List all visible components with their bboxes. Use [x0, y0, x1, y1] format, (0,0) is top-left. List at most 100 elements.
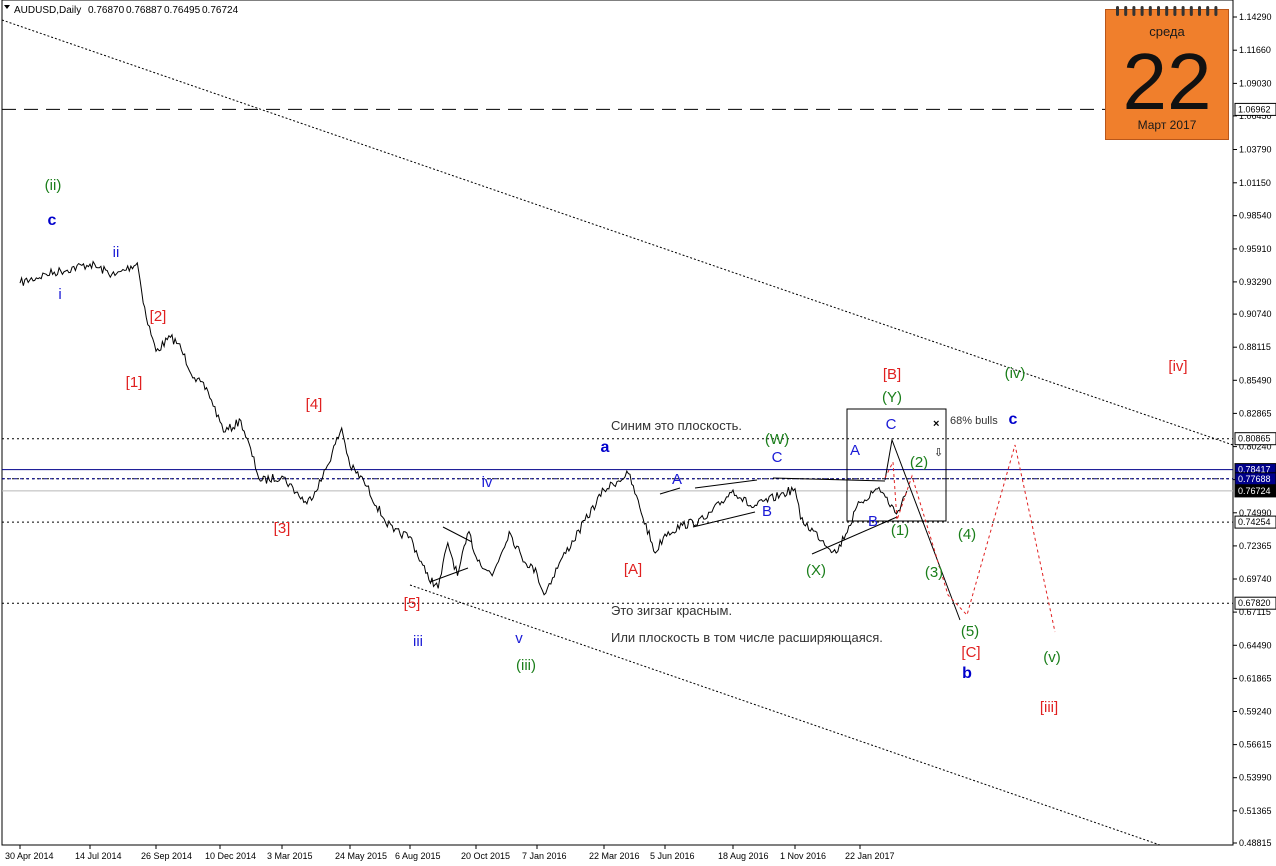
x-tick-label: 10 Dec 2014: [205, 851, 256, 861]
x-tick-label: 24 May 2015: [335, 851, 387, 861]
y-tick-label: 0.85490: [1239, 375, 1272, 385]
channel-line[interactable]: [429, 567, 469, 583]
wave-label[interactable]: (3): [925, 564, 943, 581]
calendar-ring: [1198, 6, 1201, 16]
trendline[interactable]: [1, 19, 1234, 446]
wave-label[interactable]: c: [48, 212, 57, 229]
x-tick-label: 5 Jun 2016: [650, 851, 695, 861]
price-level-badge-label: 0.67820: [1238, 598, 1271, 608]
x-tick-label: 22 Jan 2017: [845, 851, 895, 861]
wave-label[interactable]: a: [601, 439, 610, 456]
close-box-icon[interactable]: ×: [933, 418, 939, 430]
calendar-ring: [1116, 6, 1119, 16]
wave-label[interactable]: [4]: [306, 396, 323, 413]
price-chart[interactable]: ×⇩ (ii)ciii[2][1][4][3][5]iiiivv(iii)a[A…: [0, 0, 1276, 866]
wave-label[interactable]: [1]: [126, 374, 143, 391]
wave-label[interactable]: B: [868, 513, 878, 530]
wave-label[interactable]: (2): [910, 454, 928, 471]
symbol-label: AUDUSD,Daily: [14, 5, 81, 16]
wave-label[interactable]: (4): [958, 526, 976, 543]
chart-annotation[interactable]: 68% bulls: [950, 415, 998, 427]
calendar-day: 22: [1122, 37, 1212, 126]
x-tick-label: 14 Jul 2014: [75, 851, 122, 861]
wave-label[interactable]: (iii): [516, 657, 536, 674]
wave-label[interactable]: C: [772, 449, 783, 466]
channel-line[interactable]: [811, 516, 898, 555]
calendar-widget: среда 22 Март 2017: [1105, 6, 1229, 140]
calendar-ring: [1206, 6, 1210, 16]
wave-label[interactable]: (Y): [882, 389, 902, 406]
calendar-ring: [1132, 6, 1136, 16]
x-tick-label: 18 Aug 2016: [718, 851, 769, 861]
wave-label[interactable]: ii: [113, 244, 120, 261]
x-tick-label: 20 Oct 2015: [461, 851, 510, 861]
wave-label[interactable]: [C]: [961, 644, 980, 661]
y-tick-label: 1.03790: [1239, 145, 1272, 155]
price-level-badge-label: 0.76724: [1238, 486, 1271, 496]
wave-label[interactable]: A: [672, 471, 682, 488]
y-tick-label: 0.53990: [1239, 773, 1272, 783]
x-tick-label: 3 Mar 2015: [267, 851, 313, 861]
calendar-ring: [1181, 6, 1185, 16]
wave-label[interactable]: [2]: [150, 308, 167, 325]
wave-label[interactable]: iv: [482, 474, 493, 491]
channel-line[interactable]: [694, 479, 758, 489]
wave-label[interactable]: (W): [765, 431, 789, 448]
wave-label[interactable]: [5]: [404, 595, 421, 612]
wave-label[interactable]: (1): [891, 522, 909, 539]
wave-label[interactable]: i: [58, 286, 61, 303]
wave-label[interactable]: A: [850, 442, 860, 459]
y-tick-label: 0.69740: [1239, 574, 1272, 584]
calendar-ring: [1165, 6, 1169, 16]
ohlc-open: 0.76870: [88, 5, 125, 16]
y-tick-label: 1.11660: [1239, 45, 1271, 55]
calendar-ring: [1173, 6, 1177, 16]
wave-label[interactable]: (v): [1043, 649, 1061, 666]
x-tick-label: 22 Mar 2016: [589, 851, 640, 861]
wave-label[interactable]: [iv]: [1168, 358, 1187, 375]
chart-annotation[interactable]: Синим это плоскость.: [611, 418, 742, 433]
wave-label[interactable]: (ii): [45, 177, 62, 194]
channel-line[interactable]: [692, 511, 756, 528]
symbol-dropdown-icon[interactable]: [4, 5, 10, 9]
y-tick-label: 1.01150: [1239, 178, 1271, 188]
price-level-badge-label: 0.77688: [1238, 474, 1271, 484]
y-tick-label: 0.88115: [1239, 342, 1271, 352]
price-level-badge-label: 0.74254: [1238, 517, 1271, 527]
y-tick-label: 0.82865: [1239, 408, 1272, 418]
y-tick-label: 0.95910: [1239, 244, 1272, 254]
chart-annotation[interactable]: Это зигзаг красным.: [611, 603, 732, 618]
calendar-ring: [1189, 6, 1193, 16]
wave-label[interactable]: (X): [806, 562, 826, 579]
y-tick-label: 0.72365: [1239, 541, 1272, 551]
wave-label[interactable]: B: [762, 503, 772, 520]
x-tick-label: 7 Jan 2016: [522, 851, 567, 861]
chart-annotation[interactable]: Или плоскость в том числе расширяющаяся.: [611, 630, 883, 645]
wave-label[interactable]: (iv): [1005, 365, 1026, 382]
selection-box[interactable]: [846, 408, 947, 522]
wave-label[interactable]: [B]: [883, 366, 901, 383]
y-tick-label: 0.59240: [1239, 707, 1272, 717]
calendar-ring: [1157, 6, 1160, 16]
calendar-ring: [1124, 6, 1128, 16]
wave-label[interactable]: iii: [413, 633, 423, 650]
y-tick-label: 1.09030: [1239, 78, 1272, 88]
wave-label[interactable]: [iii]: [1040, 699, 1058, 716]
x-tick-label: 26 Sep 2014: [141, 851, 192, 861]
wave-label[interactable]: c: [1009, 411, 1018, 428]
wave-label[interactable]: b: [962, 665, 972, 682]
arrow-down-icon[interactable]: ⇩: [934, 447, 943, 459]
y-tick-label: 0.98540: [1239, 211, 1272, 221]
wave-label[interactable]: [A]: [624, 561, 642, 578]
y-tick-label: 0.64490: [1239, 640, 1272, 650]
y-tick-label: 0.48815: [1239, 838, 1272, 848]
price-level-badge-label: 1.06962: [1238, 104, 1271, 114]
wave-label[interactable]: [3]: [274, 520, 291, 537]
ohlc-low: 0.76495: [164, 5, 201, 16]
price-level-badge-label: 0.80865: [1238, 434, 1271, 444]
wave-label[interactable]: v: [515, 630, 523, 647]
wave-label[interactable]: (5): [961, 623, 979, 640]
x-tick-label: 6 Aug 2015: [395, 851, 441, 861]
chart-window[interactable]: × ⇩ (ii) c ii i [2] [1] [4] [3] [5] iii iv v (iii) a [A…: [0, 0, 1276, 866]
wave-label[interactable]: C: [886, 416, 897, 433]
